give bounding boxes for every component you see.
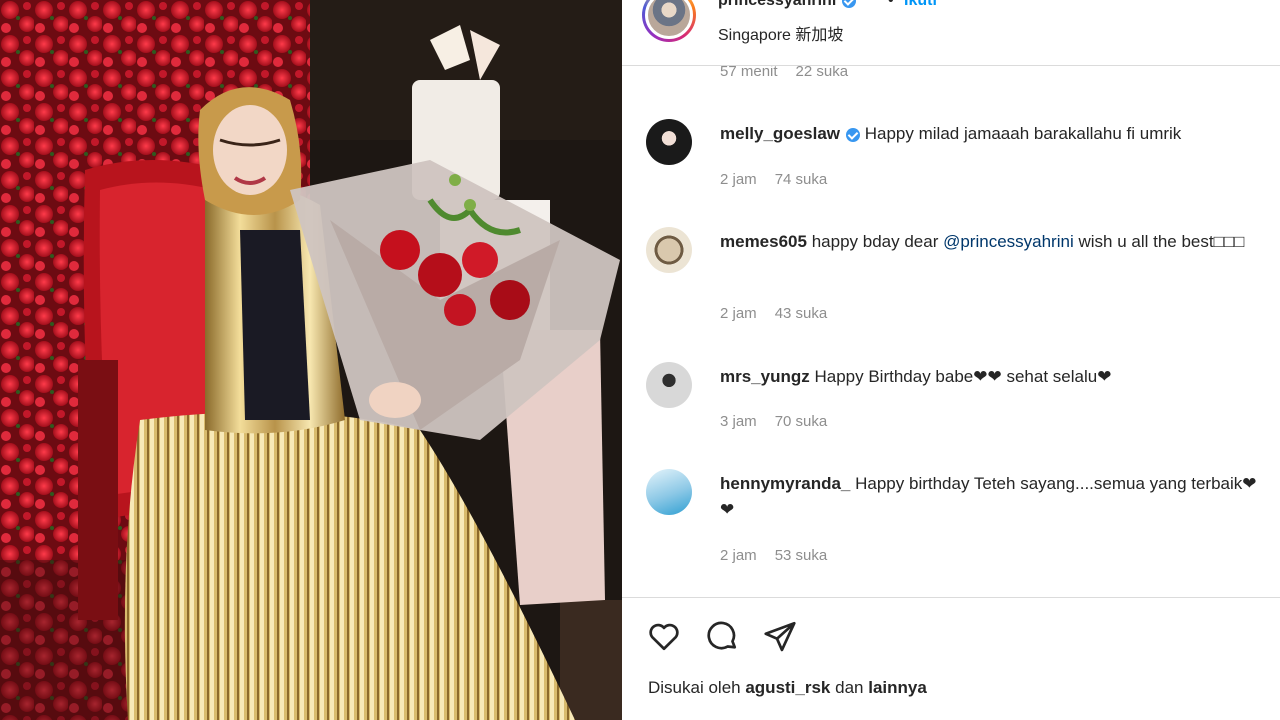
- comment-text: melly_goeslaw Happy milad jamaaah baraka…: [720, 124, 1182, 143]
- commenter-username[interactable]: memes605: [720, 232, 807, 251]
- commenter-avatar[interactable]: [646, 362, 692, 408]
- author-avatar[interactable]: [642, 0, 696, 42]
- post-side-panel: princessyahrini • Ikuti Singapore 新加坡 57…: [622, 0, 1280, 720]
- header-separator: •: [888, 0, 894, 9]
- comment-likes[interactable]: 74 suka: [775, 171, 828, 188]
- comment-meta: 57 menit 22 suka: [720, 66, 848, 80]
- post-image: [0, 0, 622, 720]
- verified-badge-icon: [842, 0, 857, 8]
- commenter-username[interactable]: mrs_yungz: [720, 367, 810, 386]
- comment-likes[interactable]: 70 suka: [775, 413, 828, 430]
- comment-meta: 2 jam 74 suka: [720, 171, 827, 188]
- commenter-username[interactable]: melly_goeslaw: [720, 124, 840, 143]
- comments-list: 57 menit 22 suka melly_goeslaw Happy mila…: [622, 66, 1280, 597]
- comment-meta: 2 jam 43 suka: [720, 305, 827, 322]
- liked-by-text: Disukai oleh agusti_rsk dan lainnya: [648, 678, 927, 697]
- liked-by-others-link[interactable]: lainnya: [868, 678, 927, 697]
- follow-button[interactable]: Ikuti: [904, 0, 937, 10]
- verified-badge-icon: [846, 127, 861, 142]
- comment-text: mrs_yungz Happy Birthday babe❤❤ sehat se…: [720, 367, 1112, 386]
- share-icon[interactable]: [762, 618, 798, 654]
- comment-time: 2 jam: [720, 305, 757, 322]
- comment-meta: 3 jam 70 suka: [720, 413, 827, 430]
- liked-by-user-link[interactable]: agusti_rsk: [745, 678, 830, 697]
- comment-time: 2 jam: [720, 171, 757, 188]
- comment-likes[interactable]: 53 suka: [775, 547, 828, 564]
- comment-likes[interactable]: 43 suka: [775, 305, 828, 322]
- post-location[interactable]: Singapore 新加坡: [718, 21, 843, 45]
- comment-icon[interactable]: [704, 618, 740, 654]
- comment-likes[interactable]: 22 suka: [796, 66, 849, 80]
- comment-time: 57 menit: [720, 66, 778, 80]
- author-username[interactable]: princessyahrini: [718, 0, 857, 10]
- post-header: princessyahrini • Ikuti Singapore 新加坡: [622, 0, 1280, 66]
- commenter-avatar[interactable]: [646, 119, 692, 165]
- heart-icon[interactable]: [646, 618, 682, 654]
- comment-time: 3 jam: [720, 413, 757, 430]
- commenter-avatar[interactable]: [646, 469, 692, 515]
- commenter-avatar[interactable]: [646, 227, 692, 273]
- comment-time: 2 jam: [720, 547, 757, 564]
- comment-mention-link[interactable]: @princessyahrini: [943, 232, 1074, 251]
- post-actions: Disukai oleh agusti_rsk dan lainnya: [622, 597, 1280, 720]
- commenter-username[interactable]: hennymyranda_: [720, 474, 850, 493]
- comment-text: hennymyranda_ Happy birthday Teteh sayan…: [720, 474, 1257, 519]
- comment-meta: 2 jam 53 suka: [720, 547, 827, 564]
- comment-text: memes605 happy bday dear @princessyahrin…: [720, 232, 1245, 251]
- post-photo: [0, 0, 622, 720]
